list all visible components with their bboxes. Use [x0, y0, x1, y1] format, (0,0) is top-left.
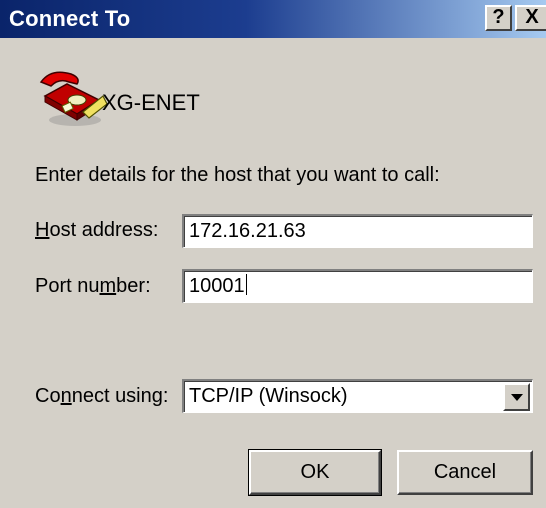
connect-using-mnemonic: n: [60, 385, 72, 407]
port-number-label-post: ber:: [116, 275, 151, 297]
host-address-input[interactable]: 172.16.21.63: [182, 214, 533, 248]
help-button[interactable]: ?: [485, 5, 512, 31]
connect-using-label-pre: Co: [35, 385, 61, 407]
title-bar[interactable]: Connect To ? X: [0, 0, 546, 38]
host-address-value: 172.16.21.63: [189, 220, 306, 242]
phone-icon: [39, 71, 108, 126]
connect-to-dialog: Connect To ? X XG-ENET Enter details for…: [0, 0, 546, 508]
port-number-label-pre: Port nu: [35, 275, 100, 297]
close-button[interactable]: X: [515, 5, 546, 31]
connect-using-selected: TCP/IP (Winsock): [189, 385, 348, 407]
connect-using-label: Connect using:: [35, 385, 168, 408]
text-cursor: [245, 274, 247, 295]
port-number-mnemonic: m: [99, 275, 117, 297]
host-address-mnemonic: H: [35, 219, 50, 241]
ok-button[interactable]: OK: [248, 449, 382, 496]
port-number-value: 10001: [189, 275, 245, 297]
chevron-down-icon[interactable]: [503, 383, 530, 411]
port-number-input[interactable]: 10001: [182, 269, 533, 303]
dialog-title: Connect To: [9, 6, 131, 31]
host-address-label: Host address:: [35, 219, 158, 242]
port-number-label: Port number:: [35, 275, 151, 298]
connect-using-dropdown[interactable]: TCP/IP (Winsock): [182, 379, 533, 413]
connection-name: XG-ENET: [102, 90, 200, 115]
cancel-button[interactable]: Cancel: [397, 450, 533, 495]
host-address-label-rest: ost address:: [49, 219, 159, 241]
prompt-text: Enter details for the host that you want…: [35, 164, 440, 186]
connect-using-label-post: nect using:: [71, 385, 169, 407]
